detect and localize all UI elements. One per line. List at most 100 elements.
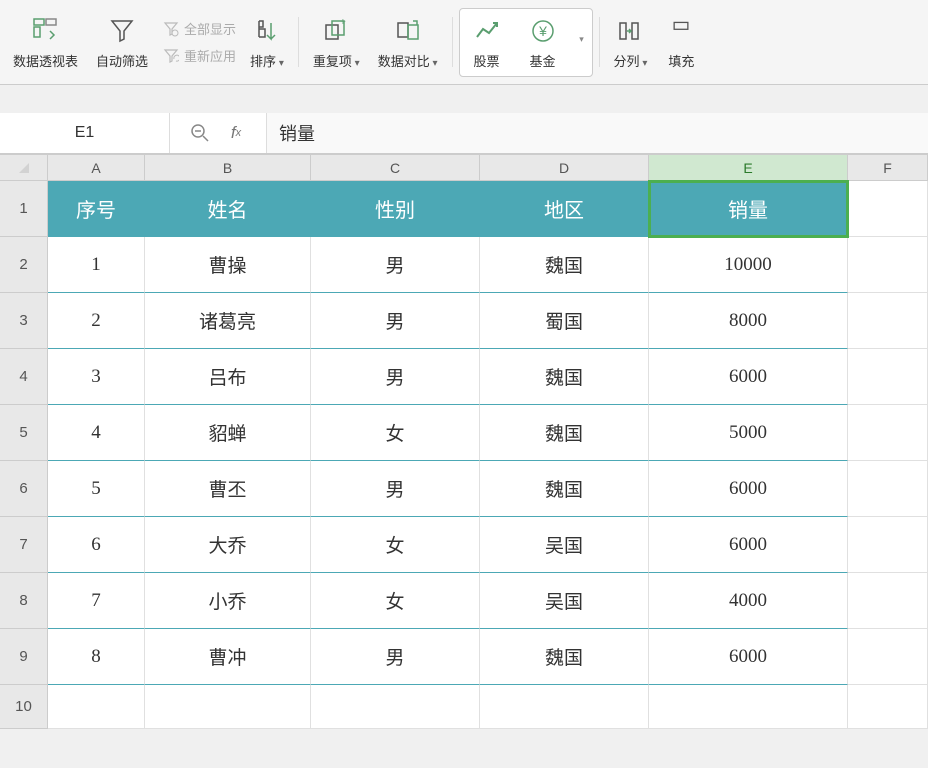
col-header-F[interactable]: F — [848, 155, 928, 181]
cell[interactable]: 男 — [311, 349, 480, 405]
fx-icon[interactable]: fx — [224, 121, 248, 145]
select-all-corner[interactable] — [0, 155, 48, 181]
empty-cell[interactable] — [848, 293, 928, 349]
header-cell[interactable]: 地区 — [480, 181, 649, 237]
cell-reference-box[interactable]: E1 — [0, 113, 170, 153]
row-header-1[interactable]: 1 — [0, 181, 48, 237]
reapply-button[interactable]: 重新应用 — [162, 46, 236, 65]
row-header[interactable]: 6 — [0, 461, 48, 517]
table-row: 2 1 曹操 男 魏国 10000 — [0, 237, 928, 293]
row-header[interactable]: 10 — [0, 685, 48, 729]
compare-button[interactable]: 数据对比 — [370, 10, 446, 75]
cell[interactable]: 魏国 — [480, 237, 649, 293]
col-header-B[interactable]: B — [145, 155, 311, 181]
cell[interactable]: 8000 — [649, 293, 848, 349]
cell[interactable]: 曹冲 — [145, 629, 311, 685]
cell[interactable]: 7 — [48, 573, 145, 629]
fill-icon — [665, 15, 697, 47]
cell[interactable]: 魏国 — [480, 405, 649, 461]
cell[interactable]: 4000 — [649, 573, 848, 629]
cell[interactable]: 5000 — [649, 405, 848, 461]
cell[interactable]: 6 — [48, 517, 145, 573]
cell[interactable]: 蜀国 — [480, 293, 649, 349]
cell[interactable]: 女 — [311, 573, 480, 629]
empty-cell[interactable] — [311, 685, 480, 729]
cell[interactable]: 10000 — [649, 237, 848, 293]
table-row: 5 4 貂蝉 女 魏国 5000 — [0, 405, 928, 461]
header-cell[interactable]: 姓名 — [145, 181, 311, 237]
cell[interactable]: 女 — [311, 517, 480, 573]
cell[interactable]: 男 — [311, 629, 480, 685]
header-cell[interactable]: 序号 — [48, 181, 145, 237]
cell[interactable]: 6000 — [649, 629, 848, 685]
cell[interactable]: 大乔 — [145, 517, 311, 573]
cell[interactable]: 吴国 — [480, 573, 649, 629]
cell[interactable]: 6000 — [649, 461, 848, 517]
sort-button[interactable]: 排序 — [242, 10, 292, 75]
cell[interactable]: 3 — [48, 349, 145, 405]
col-header-A[interactable]: A — [48, 155, 145, 181]
empty-cell[interactable] — [848, 573, 928, 629]
empty-cell[interactable] — [480, 685, 649, 729]
header-cell[interactable]: 性别 — [311, 181, 480, 237]
cell[interactable]: 曹丕 — [145, 461, 311, 517]
cell[interactable]: 5 — [48, 461, 145, 517]
cell[interactable]: 男 — [311, 237, 480, 293]
empty-cell[interactable] — [848, 685, 928, 729]
col-header-C[interactable]: C — [311, 155, 480, 181]
autofilter-button[interactable]: 自动筛选 — [88, 10, 156, 75]
cell[interactable]: 6000 — [649, 349, 848, 405]
col-header-E[interactable]: E — [649, 155, 848, 181]
cell[interactable]: 小乔 — [145, 573, 311, 629]
cell[interactable]: 6000 — [649, 517, 848, 573]
empty-cell[interactable] — [848, 517, 928, 573]
cell[interactable]: 诸葛亮 — [145, 293, 311, 349]
text-to-columns-button[interactable]: 分列 — [606, 10, 656, 75]
cell[interactable]: 貂蝉 — [145, 405, 311, 461]
row-header[interactable]: 7 — [0, 517, 48, 573]
cell[interactable]: 魏国 — [480, 461, 649, 517]
cell[interactable]: 女 — [311, 405, 480, 461]
row-header[interactable]: 5 — [0, 405, 48, 461]
datatype-dropdown[interactable]: ▾ — [575, 34, 589, 51]
cell[interactable]: 魏国 — [480, 349, 649, 405]
cell[interactable]: 魏国 — [480, 629, 649, 685]
empty-cell[interactable] — [48, 685, 145, 729]
stocks-button[interactable]: 股票 — [463, 12, 511, 73]
cell[interactable]: 1 — [48, 237, 145, 293]
empty-cell[interactable] — [848, 629, 928, 685]
empty-cell[interactable] — [848, 237, 928, 293]
empty-cell[interactable] — [848, 461, 928, 517]
funds-icon: ¥ — [527, 15, 559, 47]
showall-button[interactable]: 全部显示 — [162, 19, 236, 38]
showall-label: 全部显示 — [184, 19, 236, 38]
empty-cell[interactable] — [649, 685, 848, 729]
empty-cell[interactable] — [848, 405, 928, 461]
cell[interactable]: 男 — [311, 461, 480, 517]
cell[interactable]: 2 — [48, 293, 145, 349]
cell[interactable]: 男 — [311, 293, 480, 349]
row-header[interactable]: 8 — [0, 573, 48, 629]
fill-button[interactable]: 填充 — [657, 10, 705, 75]
zoom-icon[interactable] — [188, 121, 212, 145]
funds-button[interactable]: ¥ 基金 — [519, 12, 567, 73]
empty-cell[interactable] — [145, 685, 311, 729]
cell[interactable]: 4 — [48, 405, 145, 461]
formula-input[interactable] — [266, 113, 928, 153]
duplicates-button[interactable]: + 重复项 — [305, 10, 368, 75]
column-headers: A B C D E F — [0, 155, 928, 181]
row-header[interactable]: 4 — [0, 349, 48, 405]
header-cell-selected[interactable]: 销量 — [649, 181, 848, 237]
col-header-D[interactable]: D — [480, 155, 649, 181]
empty-cell[interactable] — [848, 349, 928, 405]
cell[interactable]: 吕布 — [145, 349, 311, 405]
cell[interactable]: 8 — [48, 629, 145, 685]
pivot-table-button[interactable]: 数据透视表 — [5, 10, 86, 75]
cell[interactable]: 曹操 — [145, 237, 311, 293]
row-header[interactable]: 9 — [0, 629, 48, 685]
pivot-table-icon — [30, 15, 62, 47]
row-header[interactable]: 2 — [0, 237, 48, 293]
cell[interactable]: 吴国 — [480, 517, 649, 573]
empty-cell[interactable] — [848, 181, 928, 237]
row-header[interactable]: 3 — [0, 293, 48, 349]
